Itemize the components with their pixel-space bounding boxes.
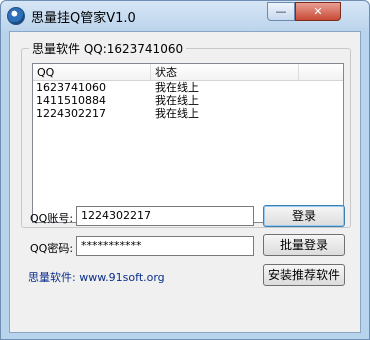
title-bar[interactable]: 思量挂Q管家V1.0 — ✕: [1, 1, 369, 31]
list-item[interactable]: 1623741060 我在线上: [33, 81, 343, 94]
list-item-qq: 1623741060: [36, 81, 106, 94]
client-area: 思量软件 QQ:1623741060 QQ 状态 1623741060 我在线上…: [9, 31, 361, 333]
account-input[interactable]: 1224302217: [76, 206, 254, 226]
list-header: QQ 状态: [33, 64, 343, 81]
minimize-button[interactable]: —: [267, 2, 295, 21]
main-window: 思量挂Q管家V1.0 — ✕ 思量软件 QQ:1623741060 QQ 状态 …: [0, 0, 370, 340]
batch-login-button[interactable]: 批量登录: [263, 234, 345, 256]
column-header-status[interactable]: 状态: [151, 64, 299, 81]
close-button[interactable]: ✕: [295, 2, 341, 21]
window-title: 思量挂Q管家V1.0: [31, 11, 136, 26]
list-item-qq: 1411510884: [36, 94, 106, 107]
footer-link[interactable]: 思量软件: www.91soft.org: [28, 269, 165, 285]
app-icon: [7, 7, 25, 25]
list-item-qq: 1224302217: [36, 107, 106, 120]
group-legend: 思量软件 QQ:1623741060: [29, 40, 187, 57]
login-button[interactable]: 登录: [263, 205, 345, 227]
list-item-status: 我在线上: [155, 94, 199, 107]
account-list[interactable]: QQ 状态 1623741060 我在线上 1411510884 我在线上 12…: [32, 63, 344, 223]
minimize-icon: —: [275, 5, 287, 18]
password-input[interactable]: ***********: [76, 236, 254, 256]
close-icon: ✕: [313, 5, 323, 18]
list-item[interactable]: 1224302217 我在线上: [33, 107, 343, 120]
list-item-status: 我在线上: [155, 107, 199, 120]
password-label: QQ密码:: [30, 242, 74, 255]
account-group: 思量软件 QQ:1623741060 QQ 状态 1623741060 我在线上…: [21, 40, 351, 228]
list-item-status: 我在线上: [155, 81, 199, 94]
list-item[interactable]: 1411510884 我在线上: [33, 94, 343, 107]
list-body: 1623741060 我在线上 1411510884 我在线上 12243022…: [33, 81, 343, 120]
account-label: QQ账号:: [30, 212, 74, 225]
install-recommended-button[interactable]: 安装推荐软件: [263, 264, 345, 286]
column-header-qq[interactable]: QQ: [33, 64, 151, 81]
